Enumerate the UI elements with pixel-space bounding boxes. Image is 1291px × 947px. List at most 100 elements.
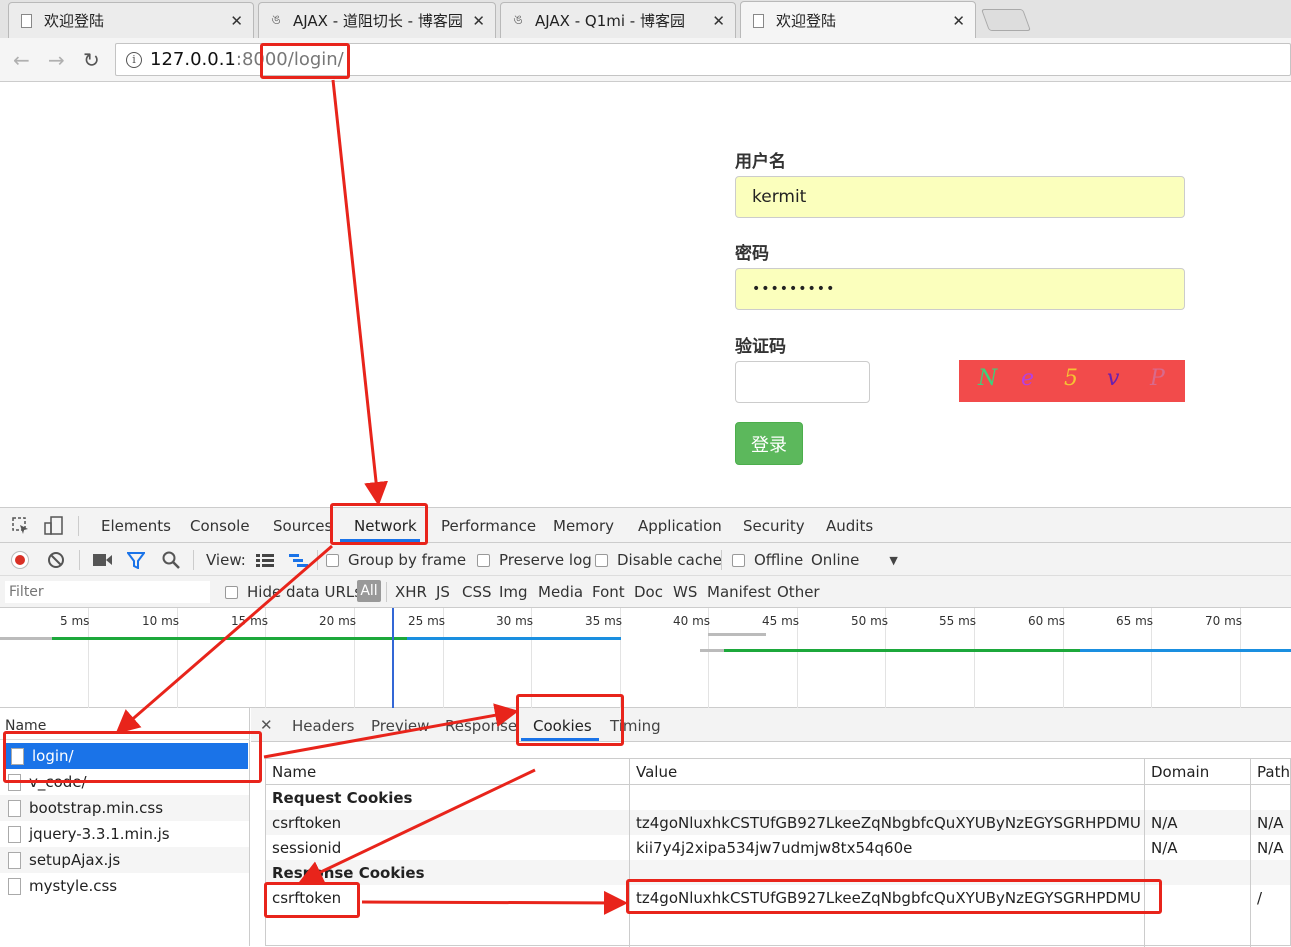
group-by-frame-checkbox[interactable]: Group by frame (326, 551, 466, 569)
tick-label: 35 ms (585, 614, 623, 628)
tab-preview[interactable]: Preview (371, 717, 429, 735)
network-overview-timeline[interactable]: 5 ms 10 ms 15 ms 20 ms 25 ms 30 ms 35 ms… (0, 608, 1291, 708)
tab-response[interactable]: Response (445, 717, 517, 735)
reload-icon[interactable]: ↻ (83, 48, 100, 72)
browser-tab-4-active[interactable]: 欢迎登陆 ✕ (740, 1, 976, 39)
tab-headers[interactable]: Headers (292, 717, 354, 735)
close-icon[interactable]: ✕ (952, 12, 965, 30)
devtools-tab-audits[interactable]: Audits (826, 517, 873, 535)
preserve-log-checkbox[interactable]: Preserve log (477, 551, 592, 569)
checkbox[interactable] (225, 585, 238, 599)
device-toolbar-icon[interactable] (44, 516, 64, 536)
search-icon[interactable] (162, 551, 180, 569)
browser-tab-2[interactable]: ঙ AJAX - 道阻切长 - 博客园 ✕ (258, 2, 496, 38)
offline-label: Offline (754, 551, 804, 569)
devtools-tab-elements[interactable]: Elements (101, 517, 171, 535)
filter-type-doc[interactable]: Doc (634, 583, 663, 601)
filter-type-manifest[interactable]: Manifest (707, 583, 771, 601)
devtools-tab-performance[interactable]: Performance (441, 517, 536, 535)
preserve-log-label: Preserve log (499, 551, 592, 569)
request-row[interactable]: mystyle.css (0, 873, 249, 899)
captcha-image[interactable]: N e 5 v P (959, 360, 1185, 402)
column-divider (1250, 759, 1251, 947)
clear-icon[interactable] (47, 551, 65, 569)
filter-icon[interactable] (127, 552, 145, 569)
tick-label: 65 ms (1116, 614, 1154, 628)
devtools-tab-application[interactable]: Application (638, 517, 722, 535)
offline-checkbox[interactable]: Offline (732, 551, 803, 569)
checkbox[interactable] (326, 553, 339, 567)
captcha-input[interactable] (735, 361, 870, 403)
devtools-tab-security[interactable]: Security (743, 517, 805, 535)
password-label: 密码 (735, 244, 769, 264)
large-rows-icon[interactable] (256, 554, 274, 567)
waterfall-bar-green (52, 637, 407, 640)
devtools-tab-console[interactable]: Console (190, 517, 250, 535)
filter-type-all[interactable]: All (357, 580, 381, 602)
captcha-label: 验证码 (735, 337, 786, 357)
column-header-domain[interactable]: Domain (1151, 763, 1209, 781)
browser-tab-3[interactable]: ঙ AJAX - Q1mi - 博客园 ✕ (500, 2, 736, 38)
table-row[interactable]: csrftoken tz4goNluxhkCSTUfGB927LkeeZqNbg… (266, 810, 1290, 835)
browser-tab-1[interactable]: 欢迎登陆 ✕ (8, 2, 254, 38)
captcha-char: N (978, 366, 998, 391)
file-icon (8, 825, 21, 843)
request-row[interactable]: jquery-3.3.1.min.js (0, 821, 249, 847)
forward-arrow-icon[interactable]: → (48, 48, 65, 72)
disable-cache-checkbox[interactable]: Disable cache (595, 551, 722, 569)
column-header-value[interactable]: Value (636, 763, 677, 781)
cookie-value: tz4goNluxhkCSTUfGB927LkeeZqNbgbfcQuXYUBy… (636, 814, 1141, 832)
tick-label: 20 ms (319, 614, 357, 628)
waterfall-icon[interactable] (289, 554, 309, 568)
inspect-element-icon[interactable] (12, 517, 30, 535)
password-input[interactable]: ••••••••• (735, 268, 1185, 310)
table-row[interactable]: sessionid kii7y4j2xipa534jw7udmjw8tx54q6… (266, 835, 1290, 860)
document-icon (753, 13, 764, 28)
filter-type-img[interactable]: Img (499, 583, 528, 601)
divider (317, 550, 318, 570)
filter-type-media[interactable]: Media (538, 583, 583, 601)
browser-tab-strip: 欢迎登陆 ✕ ঙ AJAX - 道阻切长 - 博客园 ✕ ঙ AJAX - Q1… (0, 0, 1291, 39)
checkbox[interactable] (595, 553, 608, 567)
filter-type-other[interactable]: Other (777, 583, 820, 601)
throttling-value: Online (811, 551, 860, 569)
filter-type-xhr[interactable]: XHR (395, 583, 427, 601)
cookie-domain: N/A (1151, 814, 1178, 832)
request-row[interactable]: setupAjax.js (0, 847, 249, 873)
filter-type-ws[interactable]: WS (673, 583, 697, 601)
filter-type-css[interactable]: CSS (462, 583, 492, 601)
column-header-path[interactable]: Path (1257, 763, 1290, 781)
record-icon[interactable] (11, 551, 29, 569)
devtools-tab-memory[interactable]: Memory (553, 517, 614, 535)
group-by-frame-label: Group by frame (348, 551, 467, 569)
view-label: View: (206, 551, 246, 569)
throttling-select[interactable]: Online ▼ (811, 551, 898, 569)
cookie-path: / (1257, 889, 1263, 907)
filter-type-js[interactable]: JS (436, 583, 450, 601)
close-icon[interactable]: ✕ (260, 716, 273, 734)
username-input[interactable]: kermit (735, 176, 1185, 218)
video-camera-icon[interactable] (93, 553, 113, 567)
cookie-path: N/A (1257, 839, 1284, 857)
response-cookies-heading: Response Cookies (272, 864, 425, 882)
request-name: jquery-3.3.1.min.js (29, 825, 170, 843)
checkbox[interactable] (477, 553, 490, 567)
checkbox[interactable] (732, 553, 745, 567)
info-icon[interactable]: i (126, 51, 142, 68)
close-icon[interactable]: ✕ (230, 12, 243, 30)
back-arrow-icon[interactable]: ← (13, 48, 30, 72)
close-icon[interactable]: ✕ (472, 12, 485, 30)
section-row: Request Cookies (266, 785, 1290, 810)
request-row[interactable]: bootstrap.min.css (0, 795, 249, 821)
filter-type-font[interactable]: Font (592, 583, 625, 601)
filter-input[interactable] (5, 581, 210, 603)
new-tab-button[interactable] (980, 9, 1032, 31)
login-button[interactable]: 登录 (735, 422, 803, 465)
column-header-name[interactable]: Name (272, 763, 316, 781)
close-icon[interactable]: ✕ (712, 12, 725, 30)
hide-data-urls-checkbox[interactable]: Hide data URLs (225, 583, 362, 601)
waterfall-bar-blue (1080, 649, 1291, 652)
annotation-box-cookies-tab (516, 694, 624, 746)
file-icon (8, 851, 21, 869)
devtools-tab-sources[interactable]: Sources (273, 517, 332, 535)
